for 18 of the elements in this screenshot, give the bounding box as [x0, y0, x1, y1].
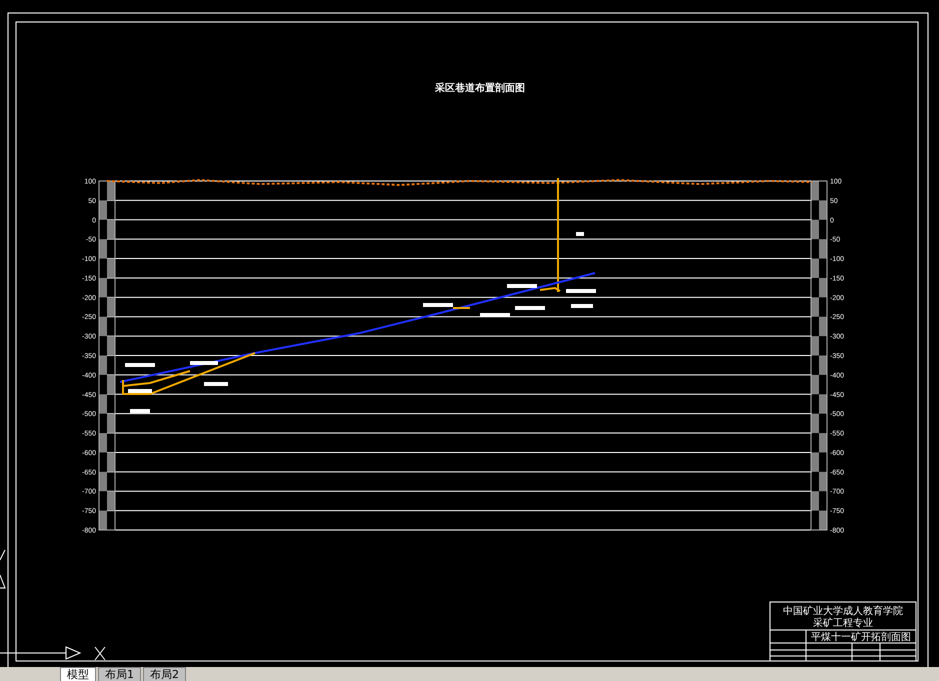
annotation-label-block [515, 306, 545, 310]
annotation-label-block [190, 361, 218, 365]
annotation-label-block [571, 304, 593, 308]
annotation-label-block [204, 382, 228, 386]
annotation-label-block [423, 303, 453, 307]
drawing-name: 平煤十一矿开拓剖面图 [811, 632, 911, 643]
layout-tab[interactable]: 布局1 [98, 667, 141, 681]
annotation-label-block [507, 284, 537, 288]
annotation-label-block [566, 289, 596, 293]
ucs-y-arrow-icon [0, 550, 6, 588]
layout-tab[interactable]: 模型 [60, 667, 96, 681]
layout-tab[interactable]: 布局2 [143, 667, 186, 681]
drawing-title: 采区巷道布置剖面图 [435, 83, 525, 94]
major-name: 采矿工程专业 [813, 618, 873, 629]
ucs-icon [0, 646, 106, 660]
annotation-label-block [576, 232, 584, 236]
school-name: 中国矿业大学成人教育学院 [783, 606, 903, 617]
annotation-label-block [125, 363, 155, 367]
